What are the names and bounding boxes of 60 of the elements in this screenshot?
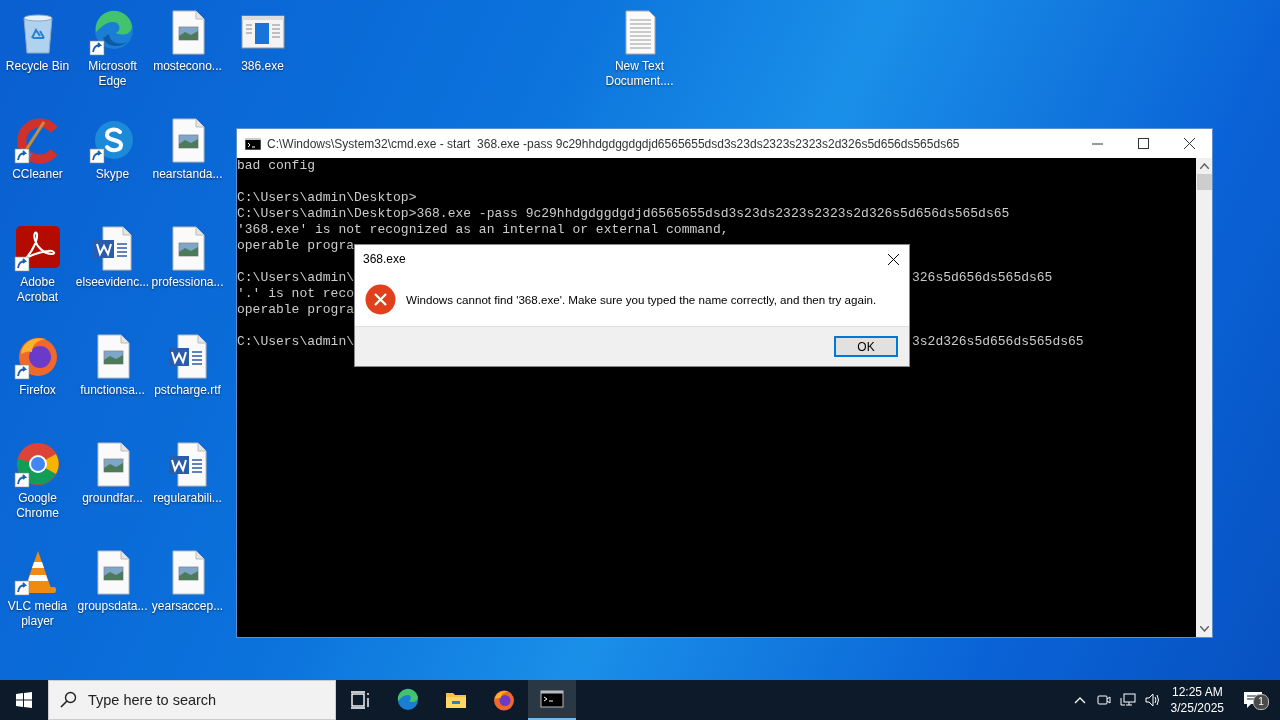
desktop-icon-label[interactable]: New Text Document.... (602, 59, 677, 89)
desktop-icon-label[interactable]: Google Chrome (0, 491, 75, 521)
desktop-icon-label[interactable]: nearstanda... (152, 167, 223, 182)
task-view-icon (348, 688, 372, 712)
console-line: C:\Users\admin\ (237, 270, 355, 286)
close-icon (1183, 138, 1195, 149)
speaker-icon[interactable] (1143, 692, 1160, 708)
desktop-icon-label[interactable]: 386.exe (241, 59, 284, 74)
windows-logo-icon (16, 692, 32, 708)
console-line: '368.exe' is not recognized as an internal or external command, (237, 222, 729, 238)
desktop-icon-label[interactable]: pstcharge.rtf (154, 383, 221, 398)
scroll-down-icon[interactable] (1199, 626, 1209, 632)
error-icon (365, 284, 396, 315)
console-line: C:\Users\admin\ (237, 334, 355, 350)
console-line: bad config (237, 158, 315, 174)
camera-icon[interactable] (1095, 692, 1112, 708)
search-field[interactable]: Type here to search (48, 680, 336, 720)
desktop-icon-label[interactable]: elseevidenc... (75, 275, 150, 290)
desktop-icon-label[interactable]: yearsaccep... (151, 599, 224, 614)
search-icon (60, 691, 77, 708)
acrobat-icon[interactable] (13, 224, 62, 272)
console-line: 326s5d656ds565ds65 (912, 270, 1053, 286)
desktop-icon-label[interactable]: regularabili... (153, 491, 222, 506)
terminal-icon (245, 137, 261, 150)
firefox-icon (492, 688, 516, 712)
desktop-icon-label[interactable]: VLC media player (0, 599, 75, 629)
scrollbar[interactable] (1196, 158, 1212, 637)
desktop-icon-label[interactable]: functionsa... (80, 383, 145, 398)
console-line: C:\Users\admin\Desktop> (237, 190, 417, 206)
desktop-icon-label[interactable]: Recycle Bin (5, 59, 70, 74)
desktop-icon-label[interactable]: Microsoft Edge (75, 59, 150, 89)
network-monitor-icon[interactable] (1119, 692, 1136, 708)
console-line: C:\Users\admin\Desktop>368.exe -pass 9c29hhdgdggdgdjd6565655dsd3s23ds2323s2323s2d326s5d656ds565ds65 (237, 206, 1010, 222)
scroll-up-icon[interactable] (1199, 163, 1209, 169)
desktop-icon-label[interactable]: groundfar... (82, 491, 143, 506)
ok-button[interactable]: OK (834, 336, 898, 357)
desktop-icon-label[interactable]: Firefox (19, 383, 56, 398)
desktop-icon-label[interactable]: groupsdata... (77, 599, 148, 614)
desktop-icon-label[interactable]: CCleaner (12, 167, 63, 182)
console-line: operable progra (237, 302, 355, 318)
notification-badge: 1 (1253, 694, 1269, 710)
desktop-icon-label[interactable]: professiona... (151, 275, 224, 290)
dialog-message: Windows cannot find '368.exe'. Make sure you typed the name correctly, and then try again. (406, 293, 877, 306)
taskbar-app-button[interactable] (528, 680, 576, 720)
desktop-icon-label[interactable]: Adobe Acrobat (0, 275, 75, 305)
scroll-thumb[interactable] (1196, 174, 1212, 190)
window-title: C:\Windows\System32\cmd.exe - start 368.exe -pass 9c29hhdgdggdgdjd6565655dsd3s23ds2323s2323s2d326s5d656ds565ds65 (267, 136, 961, 151)
maximize-icon (1137, 138, 1149, 149)
close-icon (887, 253, 899, 265)
console-line: '.' is not reco (237, 286, 355, 302)
console-line: operable progra (237, 238, 355, 254)
desktop-icon-label[interactable]: mostecono... (153, 59, 222, 74)
chrome-icon[interactable] (13, 440, 62, 488)
terminal-icon (540, 687, 564, 711)
clock[interactable]: 12:25 AM 3/25/2025 (1163, 684, 1231, 716)
dialog-title: 368.exe (363, 252, 407, 266)
notifications-button[interactable]: 1 (1231, 680, 1275, 720)
edge-icon (396, 688, 420, 712)
desktop-icon-label[interactable]: Skype (95, 167, 130, 182)
console-line: 3s2d326s5d656ds565ds65 (912, 334, 1084, 350)
